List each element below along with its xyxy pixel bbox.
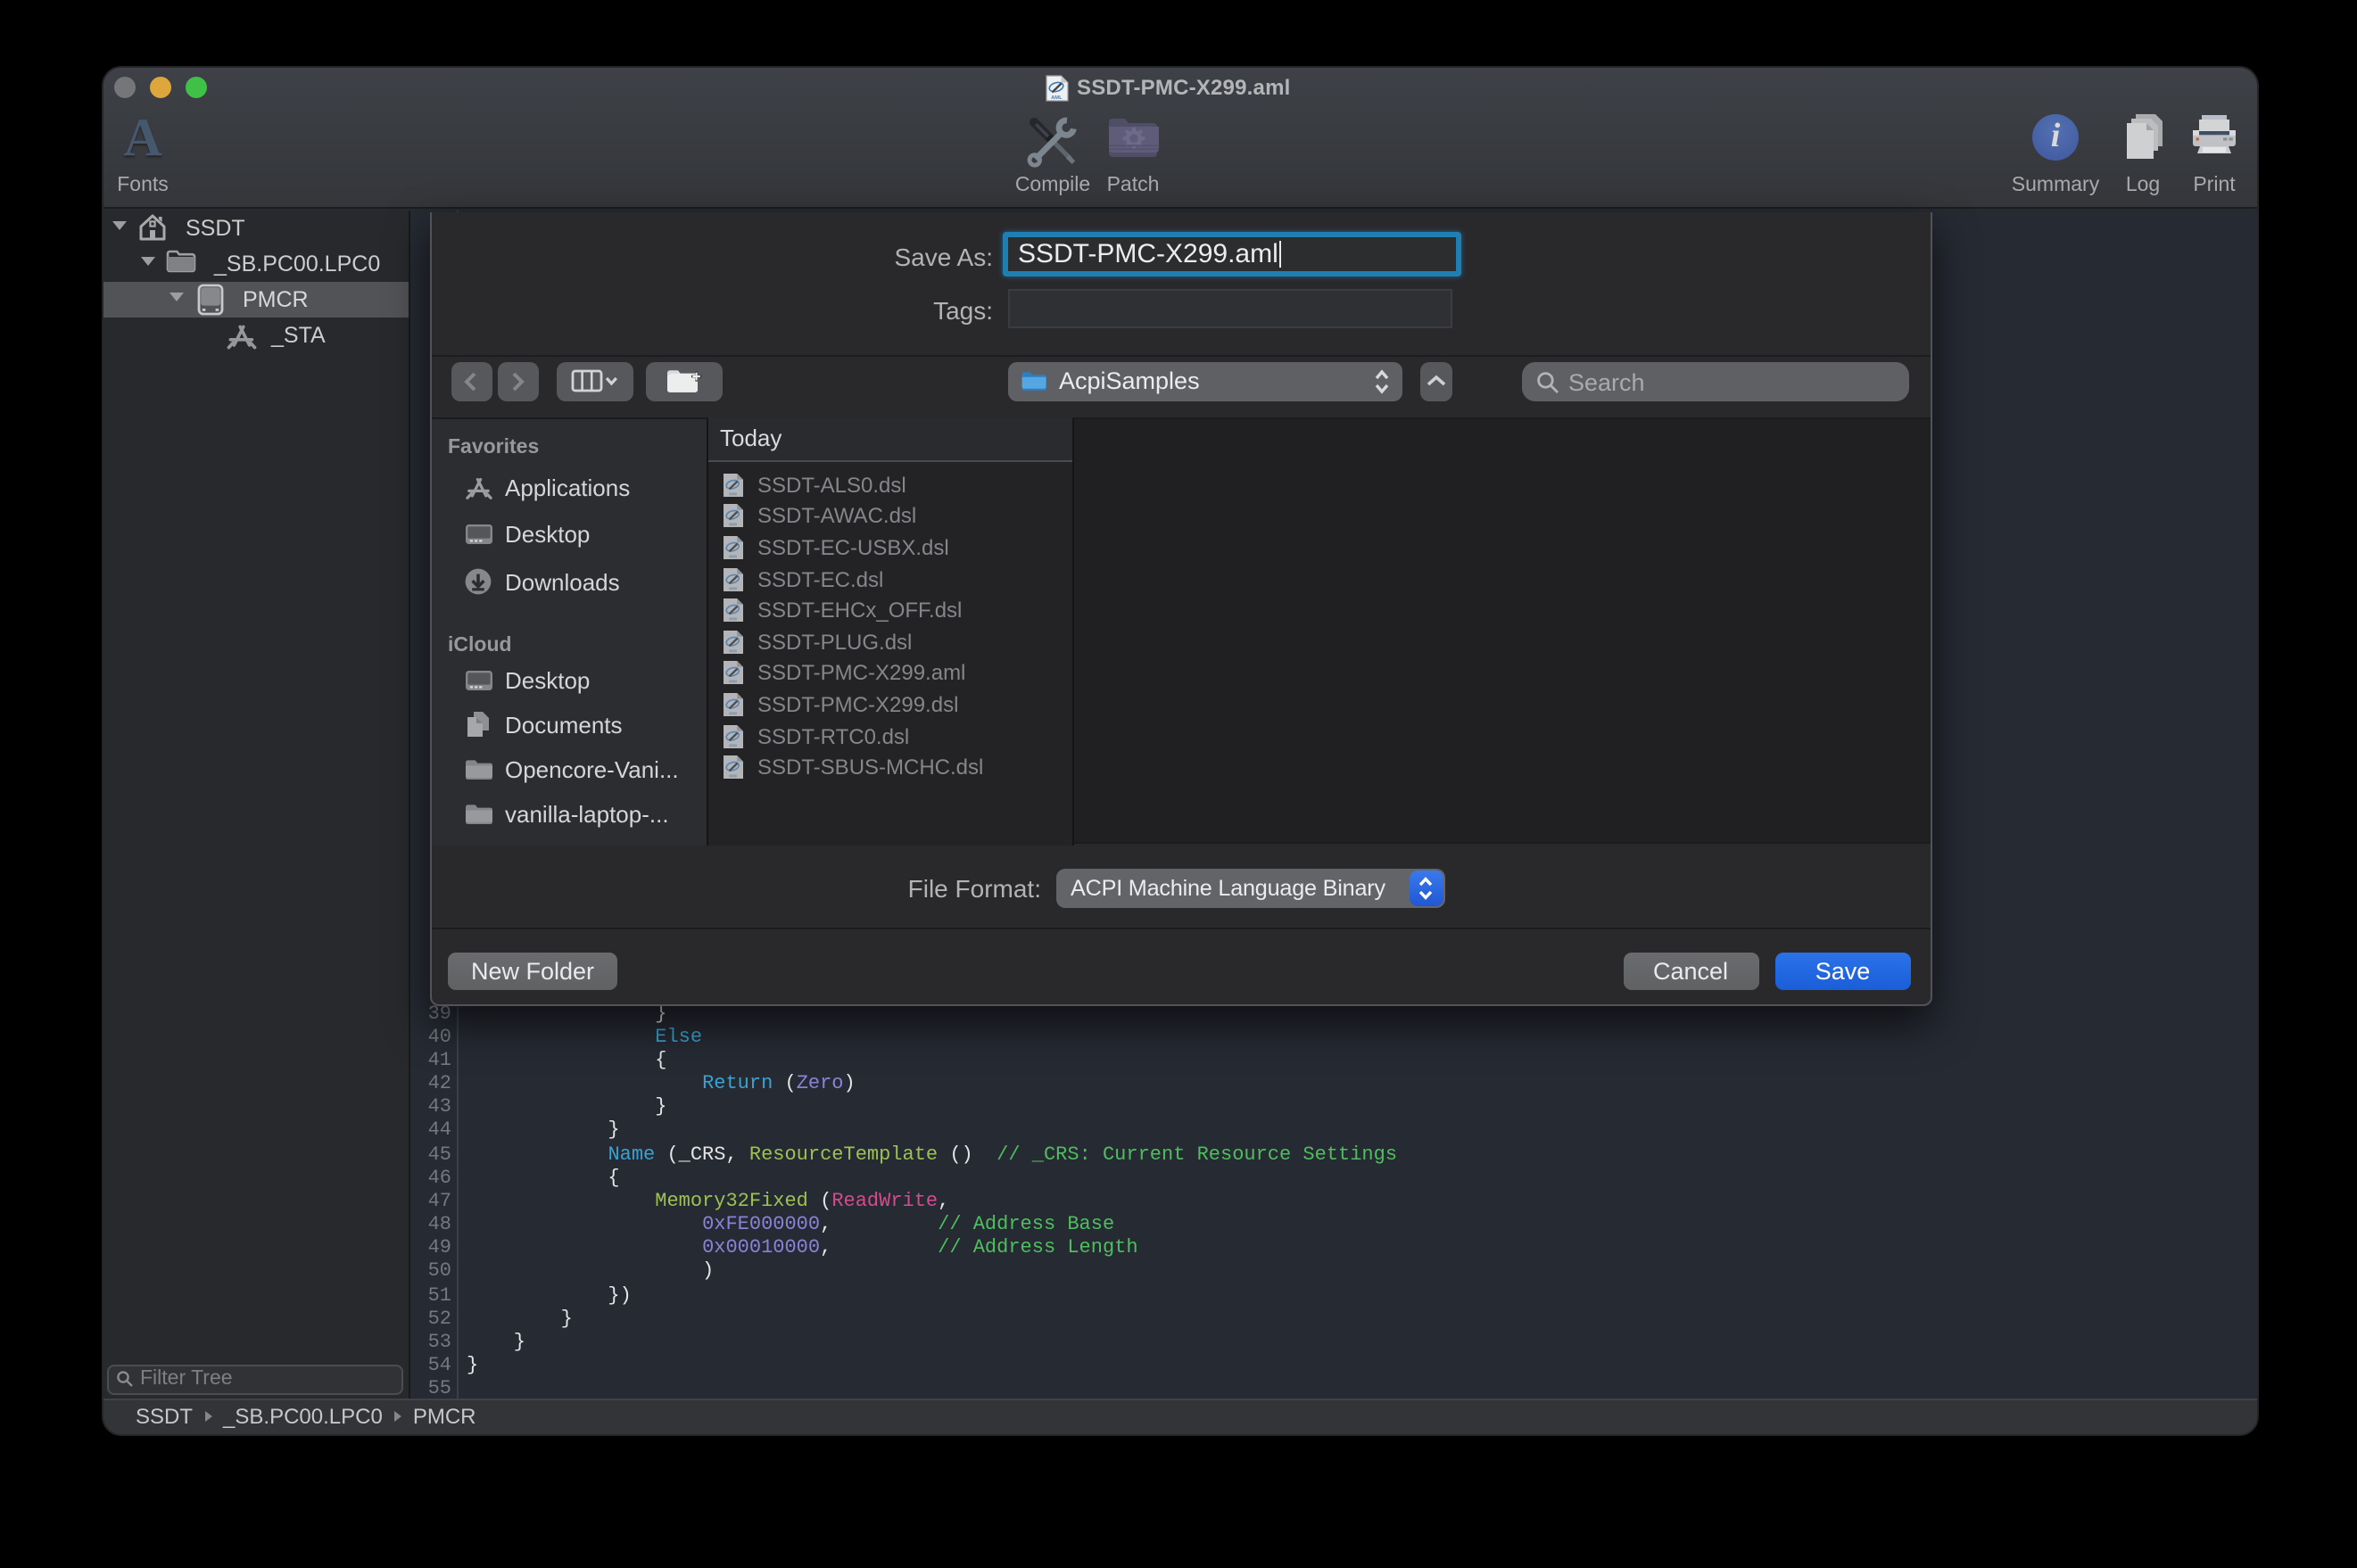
svg-text:AML: AML xyxy=(1050,95,1062,101)
